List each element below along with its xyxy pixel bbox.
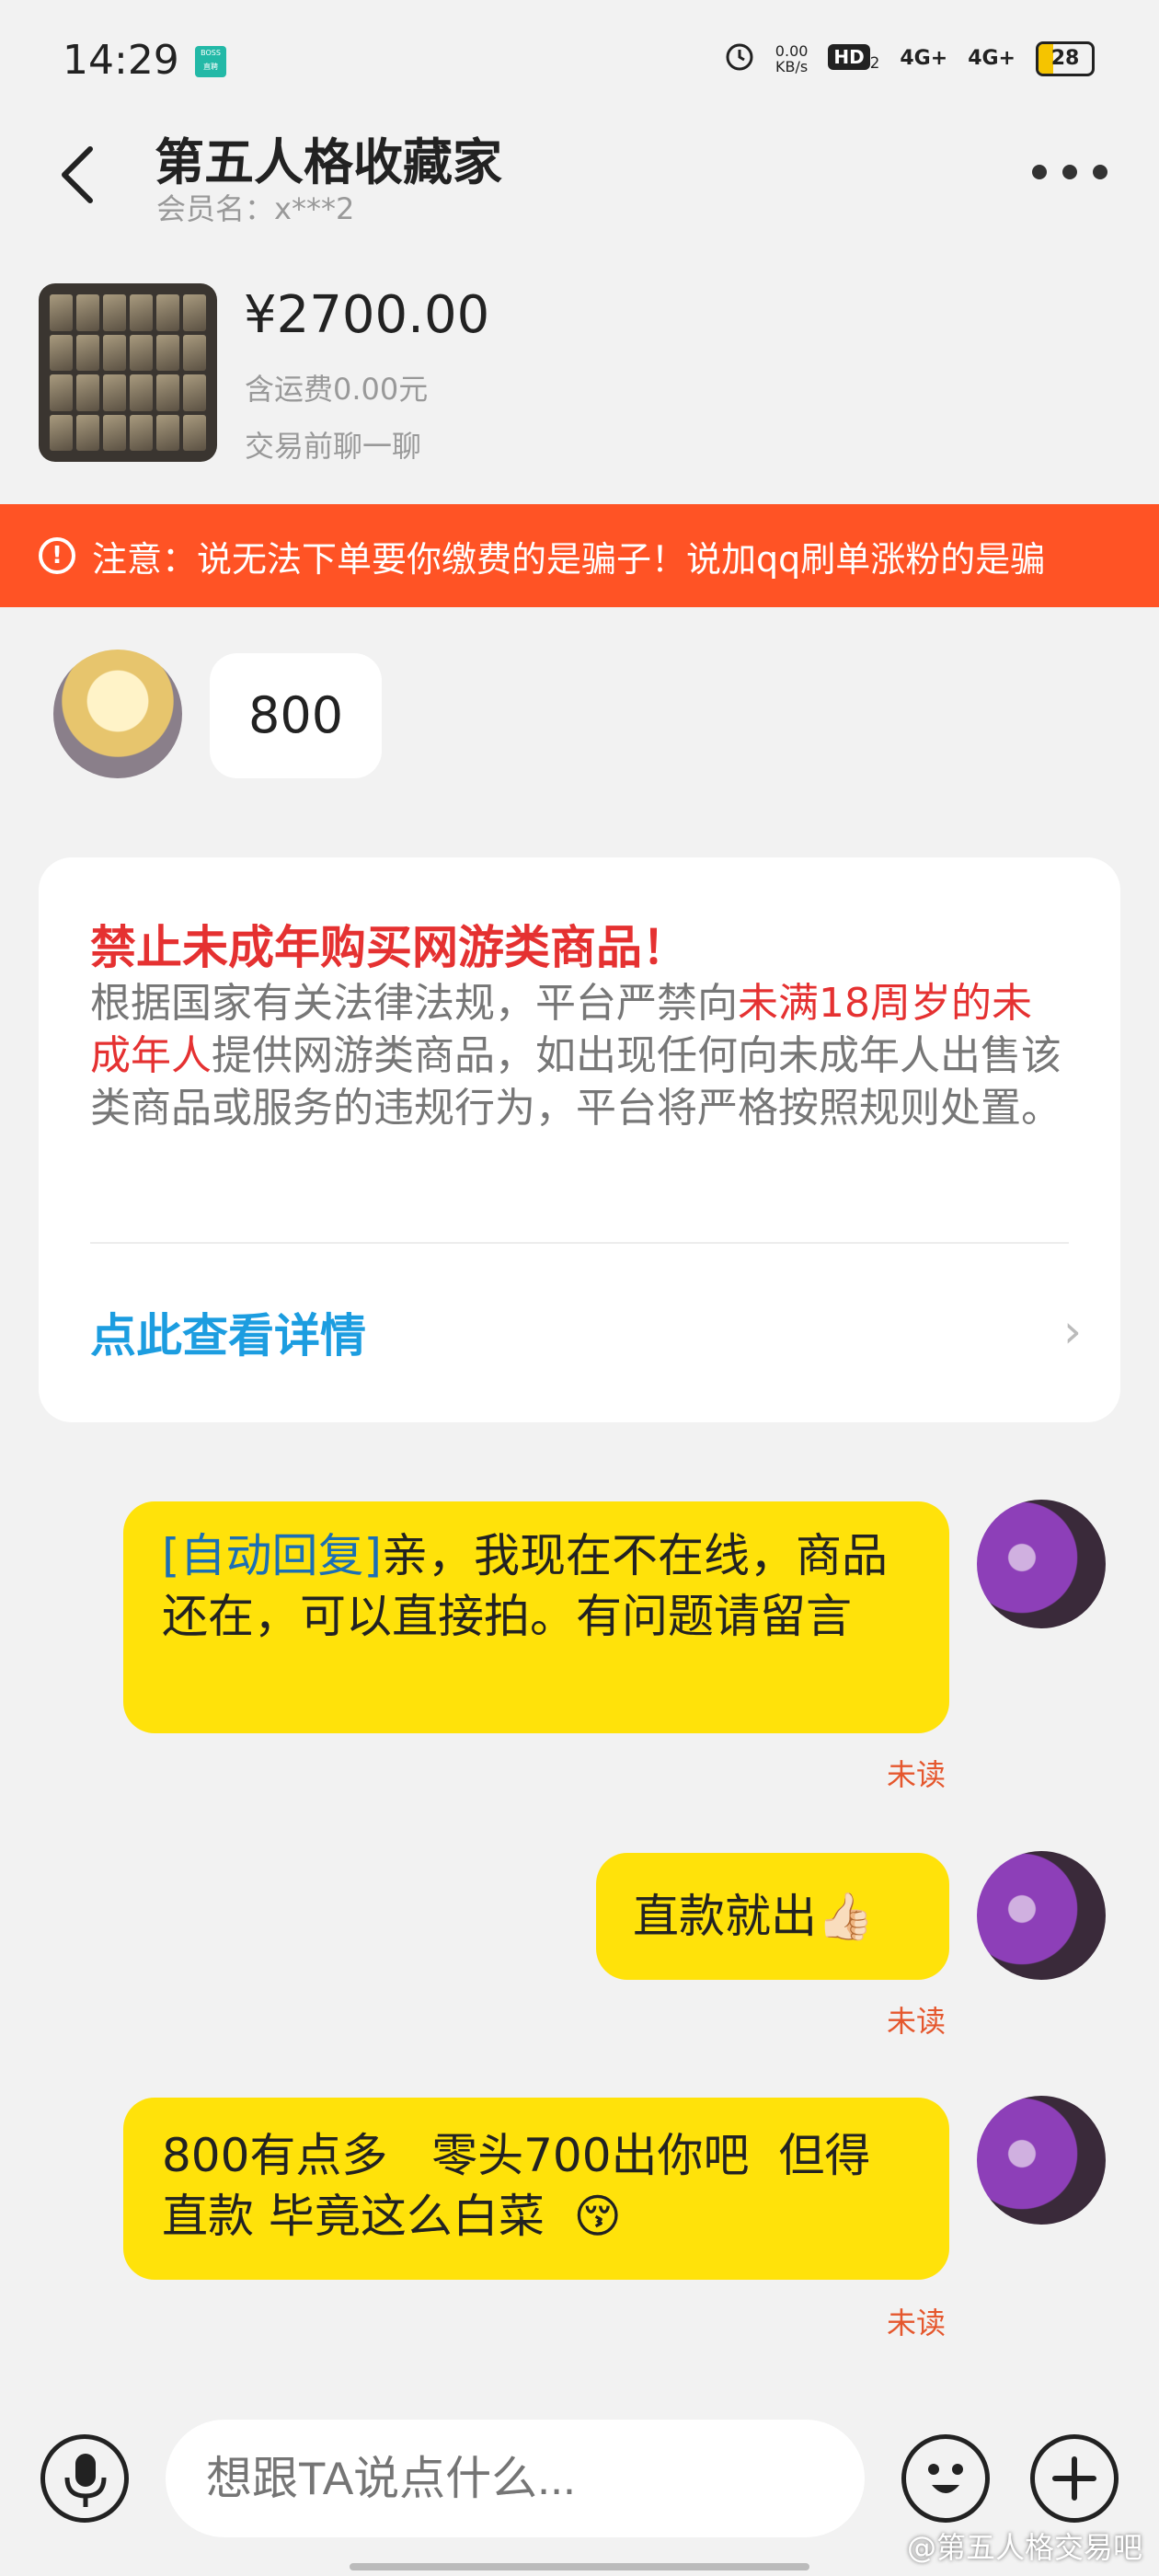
status-time: 14:29 (63, 37, 179, 84)
seller-avatar[interactable] (53, 650, 182, 778)
signal-icon-2: 4G+ (968, 47, 1016, 70)
battery-icon: 28 (1036, 40, 1095, 76)
divider (90, 1242, 1069, 1244)
banner-text: 注意：说无法下单要你缴费的是骗子！说加qq刷单涨粉的是骗 (92, 538, 1046, 580)
warning-icon: ! (39, 537, 75, 574)
view-details-link[interactable]: 点此查看详情 (90, 1299, 366, 1365)
unread-status: 未读 (887, 1757, 947, 1792)
my-avatar[interactable] (977, 2096, 1106, 2225)
product-price: ¥2700.00 (244, 285, 490, 345)
notice-body: 根据国家有关法律法规，平台严禁向未满18周岁的未成年人提供网游类商品，如出现任何… (90, 980, 1061, 1132)
incoming-message: 800 (210, 653, 383, 778)
page-title: 第五人格收藏家 (155, 133, 502, 191)
emoji-button[interactable] (901, 2434, 990, 2523)
unread-status: 未读 (887, 2306, 947, 2340)
signal-icon-1: 4G+ (900, 47, 948, 70)
smiley-icon (928, 2464, 963, 2493)
my-avatar[interactable] (977, 1500, 1106, 1628)
shipping-fee: 含运费0.00元 (245, 372, 429, 407)
alarm-icon (724, 40, 755, 76)
boss-app-icon: BOSS 直聘 (195, 46, 226, 77)
member-name: 会员名：x***2 (156, 191, 355, 226)
chevron-right-icon[interactable]: › (1063, 1305, 1082, 1358)
message-input[interactable] (166, 2420, 865, 2537)
unread-status: 未读 (887, 2004, 947, 2039)
net-speed: 0.00 KB/s (775, 41, 809, 75)
watermark: @第五人格交易吧 (906, 2530, 1142, 2565)
hd-icon: HD 2 (828, 43, 879, 72)
voice-button[interactable] (40, 2434, 129, 2523)
scam-warning-banner: ! 注意：说无法下单要你缴费的是骗子！说加qq刷单涨粉的是骗 (0, 504, 1159, 607)
status-bar: 14:29 BOSS 直聘 0.00 KB/s HD 2 4G+ 4G+ 28 (0, 0, 1159, 129)
chat-hint: 交易前聊一聊 (245, 429, 422, 464)
product-thumbnail[interactable] (39, 283, 217, 462)
more-actions-button[interactable] (1030, 2434, 1119, 2523)
notice-title: 禁止未成年购买网游类商品！ (90, 921, 688, 974)
chevron-left-icon (62, 146, 93, 203)
plus-icon (1052, 2456, 1096, 2501)
my-avatar[interactable] (977, 1851, 1106, 1980)
microphone-icon (64, 2454, 107, 2507)
more-icon (1032, 165, 1047, 179)
home-indicator[interactable] (350, 2563, 809, 2570)
outgoing-message: 800有点多 零头700出你吧 但得直款 毕竟这么白菜 😚 (123, 2098, 949, 2280)
outgoing-message: 直款就出👍🏻 (596, 1853, 949, 1980)
battery-level: 28 (1050, 46, 1080, 70)
outgoing-message: [自动回复]亲，我现在不在线，商品还在，可以直接拍。有问题请留言 (123, 1501, 949, 1733)
minor-notice-card: 禁止未成年购买网游类商品！ 根据国家有关法律法规，平台严禁向未满18周岁的未成年… (39, 857, 1120, 1422)
back-button[interactable] (53, 138, 112, 212)
more-options-button[interactable] (1032, 158, 1107, 186)
